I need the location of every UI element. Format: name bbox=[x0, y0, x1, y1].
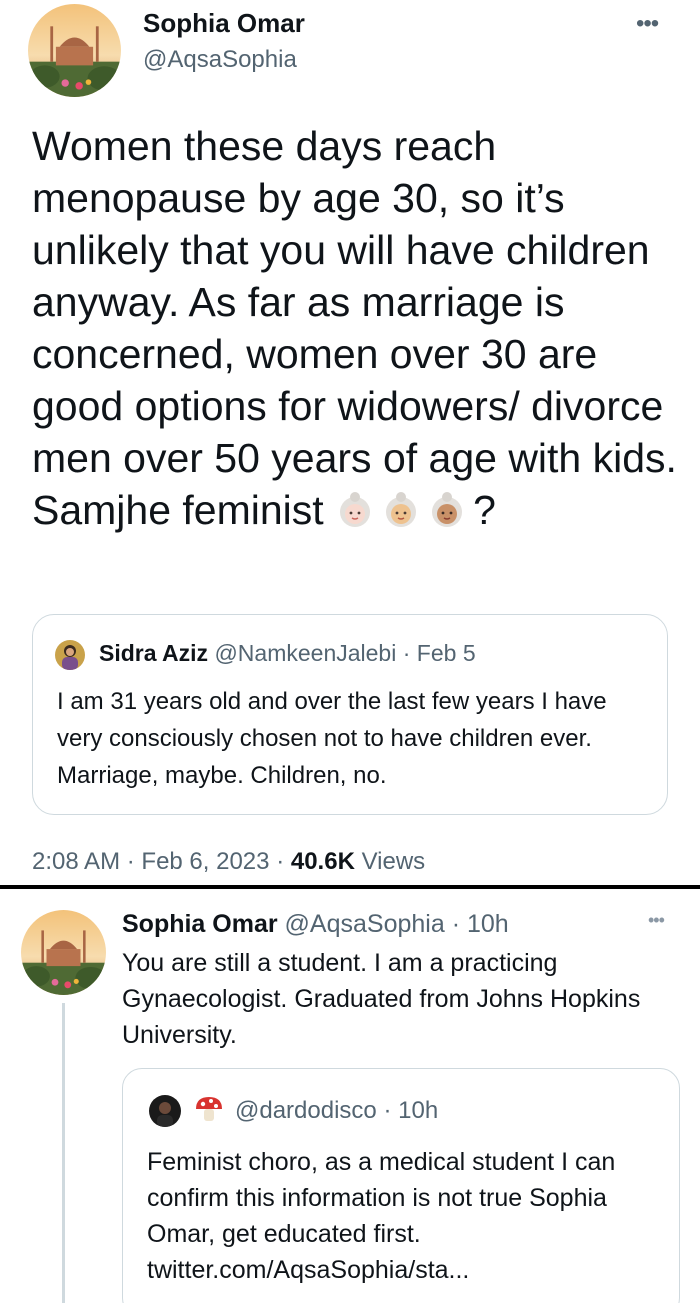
divider bbox=[0, 885, 700, 889]
quoted-author-handle[interactable]: @NamkeenJalebi bbox=[214, 640, 396, 666]
separator-dot: · bbox=[402, 640, 411, 666]
author-handle[interactable]: @AqsaSophia bbox=[143, 46, 297, 74]
views-label: Views bbox=[361, 848, 426, 875]
quoted-author-avatar[interactable] bbox=[149, 1095, 181, 1127]
quoted-tweet-text: Feminist choro, as a medical student I c… bbox=[147, 1148, 616, 1284]
separator-dot: · bbox=[276, 848, 285, 875]
quoted-tweet[interactable]: Sidra Aziz @NamkeenJalebi · Feb 5 I am 3… bbox=[32, 614, 668, 815]
quoted-age[interactable]: 10h bbox=[398, 1097, 438, 1124]
reply-header: Sophia Omar @AqsaSophia · 10h bbox=[122, 910, 509, 939]
reply-author-handle[interactable]: @AqsaSophia bbox=[285, 910, 445, 938]
author-name[interactable]: Sophia Omar bbox=[143, 8, 305, 39]
author-avatar[interactable] bbox=[28, 4, 121, 97]
quoted-tweet-text: I am 31 years old and over the last few … bbox=[57, 688, 607, 789]
views-count: 40.6K bbox=[290, 848, 355, 875]
separator-dot: · bbox=[383, 1097, 392, 1124]
quoted-author-avatar[interactable] bbox=[55, 640, 85, 670]
mushroom-icon bbox=[193, 1093, 225, 1125]
more-options-icon[interactable]: ••• bbox=[636, 10, 659, 38]
reply-quoted-tweet[interactable]: @dardodisco · 10h Feminist choro, as a m… bbox=[122, 1068, 680, 1303]
quoted-date[interactable]: Feb 5 bbox=[417, 640, 476, 666]
tweet-meta: 2:08 AM · Feb 6, 2023 · 40.6K Views bbox=[32, 848, 425, 876]
quoted-author-name[interactable]: Sidra Aziz bbox=[99, 640, 208, 666]
old-woman-medium-light-skin-emoji bbox=[381, 490, 421, 530]
reply-author-name[interactable]: Sophia Omar bbox=[122, 910, 278, 938]
old-woman-light-skin-emoji bbox=[335, 490, 375, 530]
old-woman-medium-skin-emoji bbox=[427, 490, 467, 530]
separator-dot: · bbox=[451, 910, 461, 938]
thread-line bbox=[62, 1003, 65, 1303]
reply-text: You are still a student. I am a practici… bbox=[122, 949, 641, 1049]
tweet-text-suffix: ? bbox=[473, 487, 496, 533]
tweet-date[interactable]: Feb 6, 2023 bbox=[141, 848, 269, 875]
tweet-text-body: Women these days reach menopause by age … bbox=[32, 123, 677, 533]
reply-age[interactable]: 10h bbox=[467, 910, 509, 938]
quoted-header: @dardodisco · 10h bbox=[235, 1097, 438, 1125]
reply-author-avatar[interactable] bbox=[21, 910, 106, 995]
quoted-tweet-header: Sidra Aziz @NamkeenJalebi · Feb 5 bbox=[99, 640, 476, 667]
more-options-icon[interactable]: ••• bbox=[648, 910, 665, 931]
tweet-text: Women these days reach menopause by age … bbox=[32, 120, 682, 536]
quoted-author-handle[interactable]: @dardodisco bbox=[235, 1097, 377, 1124]
separator-dot: · bbox=[126, 848, 135, 875]
tweet-time[interactable]: 2:08 AM bbox=[32, 848, 120, 875]
